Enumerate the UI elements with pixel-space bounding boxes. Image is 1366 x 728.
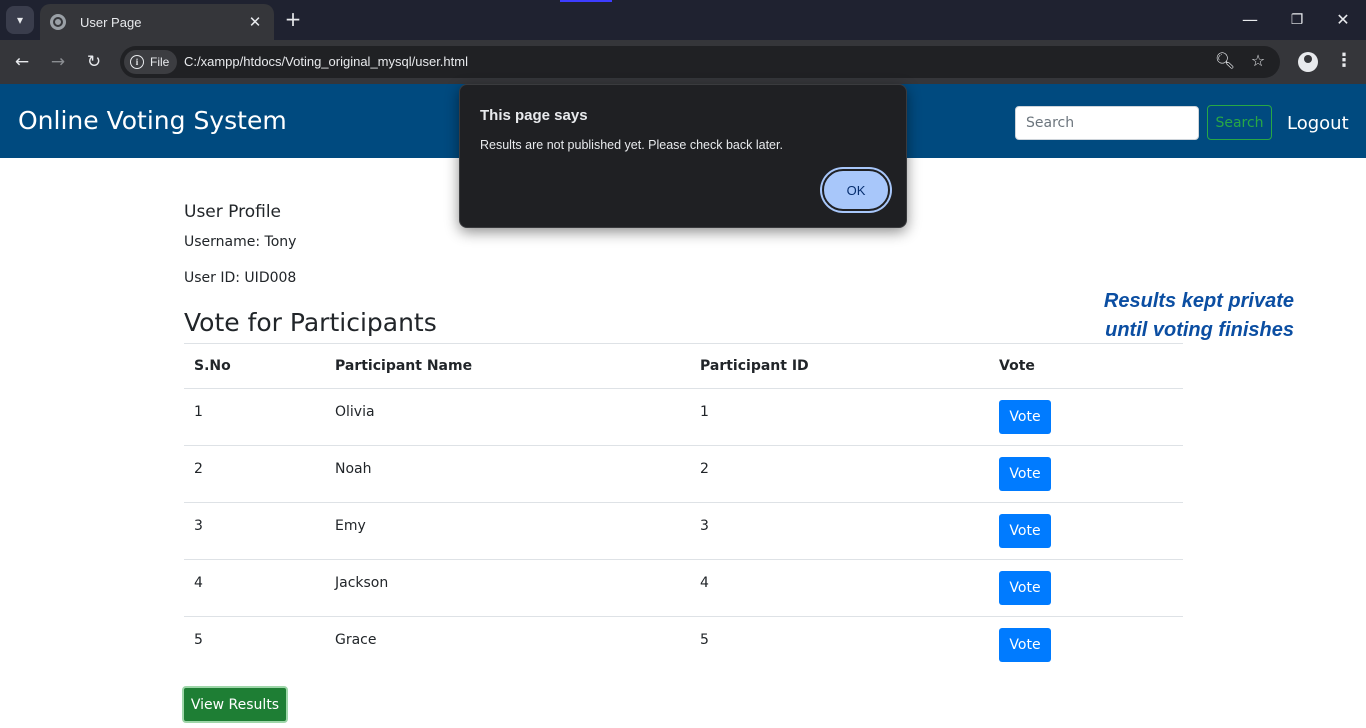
vote-button[interactable]: Vote — [999, 400, 1051, 434]
tab-title: User Page — [80, 14, 142, 30]
header-vote: Vote — [989, 343, 1183, 389]
alert-dialog: This page says Results are not published… — [459, 84, 907, 228]
url-text[interactable]: C:/xampp/htdocs/Voting_original_mysql/us… — [184, 54, 468, 69]
vote-button[interactable]: Vote — [999, 628, 1051, 662]
cell-sno: 1 — [184, 388, 325, 446]
tab-search-chevron-icon[interactable]: ▾ — [6, 6, 34, 34]
brand-title[interactable]: Online Voting System — [18, 106, 287, 135]
forward-arrow-icon[interactable]: → — [46, 50, 70, 74]
dialog-title: This page says — [480, 107, 588, 124]
cell-pid: 1 — [690, 388, 989, 446]
browser-tab-bar: ▾ User Page ✕ + — ❐ ✕ — [0, 0, 1366, 40]
reload-icon[interactable]: ↻ — [82, 50, 106, 74]
cell-name: Noah — [325, 445, 690, 503]
cell-sno: 5 — [194, 632, 203, 648]
info-icon: i — [130, 55, 144, 69]
table-row: 1 Olivia 1 Vote — [184, 388, 1183, 446]
address-bar[interactable]: i File C:/xampp/htdocs/Voting_original_m… — [120, 46, 1280, 78]
vote-button[interactable]: Vote — [999, 457, 1051, 491]
chip-label: File — [150, 55, 170, 69]
tab-indicator — [560, 0, 612, 2]
cell-vote: Vote — [989, 388, 1183, 446]
browser-toolbar: ← → ↻ i File C:/xampp/htdocs/Voting_orig… — [0, 40, 1366, 84]
userid-text: User ID: UID008 — [184, 270, 297, 286]
cell-pid: 3 — [690, 502, 989, 560]
side-note-line-2: until voting finishes — [1105, 319, 1294, 341]
cell-vote: Vote — [989, 559, 1183, 617]
cell-name: Emy — [325, 502, 690, 560]
cell-vote: Vote — [989, 502, 1183, 560]
close-tab-icon[interactable]: ✕ — [244, 13, 266, 31]
vote-button[interactable]: Vote — [999, 571, 1051, 605]
cell-name: Olivia — [325, 388, 690, 446]
cell-sno: 3 — [184, 502, 325, 560]
header-participant-name: Participant Name — [325, 343, 690, 389]
profile-title: User Profile — [184, 202, 282, 222]
cell-name: Grace — [335, 632, 377, 648]
table-header-row: S.No Participant Name Participant ID Vot… — [184, 343, 1183, 389]
cell-vote: Vote — [989, 445, 1183, 503]
table-row: 4 Jackson 4 Vote — [184, 559, 1183, 617]
bookmark-star-icon[interactable]: ☆ — [1247, 51, 1269, 70]
section-title: Vote for Participants — [184, 308, 437, 337]
cell-pid: 2 — [690, 445, 989, 503]
side-note: Results kept private until voting finish… — [1040, 287, 1294, 345]
restore-icon[interactable]: ❐ — [1285, 8, 1309, 32]
globe-icon — [50, 14, 66, 30]
participants-table: S.No Participant Name Participant ID Vot… — [184, 343, 1183, 674]
header-participant-id: Participant ID — [690, 343, 989, 389]
minimize-icon[interactable]: — — [1238, 8, 1262, 32]
side-note-line-1: Results kept private — [1103, 290, 1294, 312]
cell-name: Jackson — [325, 559, 690, 617]
username-text: Username: Tony — [184, 234, 297, 250]
cell-pid: 4 — [690, 559, 989, 617]
cell-sno: 2 — [184, 445, 325, 503]
search-input[interactable] — [1015, 106, 1199, 140]
close-window-icon[interactable]: ✕ — [1331, 8, 1355, 32]
browser-menu-icon[interactable]: ⋮ — [1334, 50, 1354, 71]
table-row: 3 Emy 3 Vote — [184, 502, 1183, 560]
profile-avatar-icon[interactable] — [1298, 52, 1318, 72]
back-arrow-icon[interactable]: ← — [10, 50, 34, 74]
cell-vote: Vote — [989, 617, 1183, 674]
ok-button[interactable]: OK — [822, 169, 890, 211]
cell-pid: 5 — [700, 632, 709, 648]
dialog-message: Results are not published yet. Please ch… — [480, 138, 783, 152]
table-row: 2 Noah 2 Vote — [184, 445, 1183, 503]
browser-tab[interactable]: User Page ✕ — [40, 4, 274, 40]
cell-sno: 4 — [184, 559, 325, 617]
zoom-icon[interactable]: 🔍︎ — [1214, 51, 1236, 70]
table-row: 5 Grace 5 Vote — [184, 617, 1183, 674]
search-button[interactable]: Search — [1207, 105, 1272, 140]
view-results-button[interactable]: View Results — [182, 686, 288, 723]
header-sno: S.No — [184, 343, 325, 389]
logout-link[interactable]: Logout — [1287, 113, 1349, 134]
vote-button[interactable]: Vote — [999, 514, 1051, 548]
new-tab-plus-icon[interactable]: + — [282, 8, 304, 30]
